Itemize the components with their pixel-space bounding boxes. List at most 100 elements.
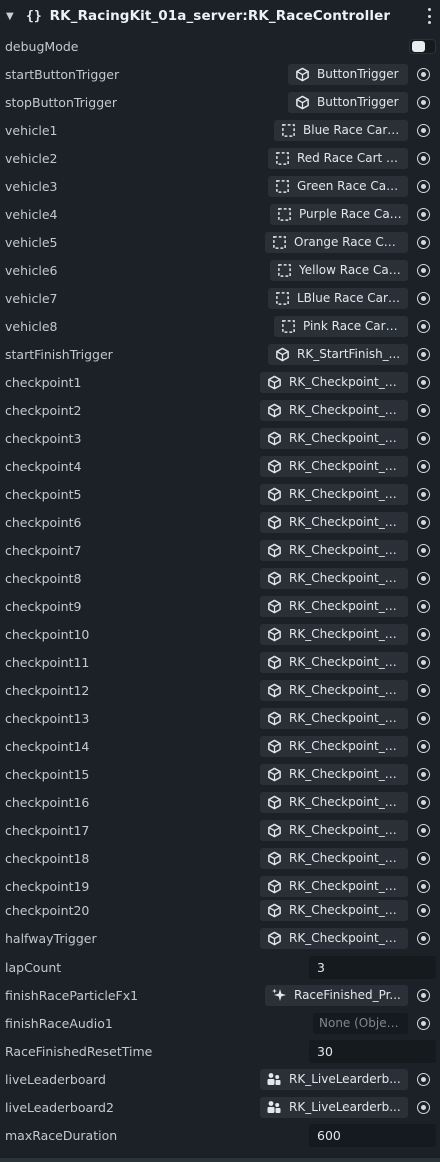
object-reference-field[interactable]: RK_Checkpoint_T... — [260, 763, 408, 785]
object-picker-icon[interactable] — [417, 95, 430, 109]
object-picker-icon[interactable] — [417, 739, 430, 753]
object-picker-icon[interactable] — [417, 903, 430, 917]
object-reference-field[interactable]: RK_Checkpoint_T... — [260, 735, 408, 757]
object-reference-field[interactable]: RaceFinished_Pr... — [265, 984, 408, 1006]
object-reference-field[interactable]: RK_LiveLearderb... — [260, 1096, 408, 1118]
object-reference-field[interactable]: Green Race Cart... — [268, 175, 408, 197]
property-row-checkpoint12: checkpoint12 RK_Checkpoint_T... — [0, 676, 440, 704]
object-reference-field[interactable]: Pink Race Cart ... — [274, 315, 408, 337]
object-reference-field[interactable]: RK_Checkpoint_T... — [260, 371, 408, 393]
object-picker-icon[interactable] — [417, 263, 430, 277]
object-reference-field[interactable]: RK_LiveLearderb... — [260, 1068, 408, 1090]
more-options-icon[interactable] — [424, 8, 434, 24]
object-picker-icon[interactable] — [417, 1016, 430, 1030]
object-reference-field[interactable]: RK_Checkpoint_T... — [260, 707, 408, 729]
property-row-checkpoint4: checkpoint4 RK_Checkpoint_T... — [0, 452, 440, 480]
object-picker-icon[interactable] — [417, 375, 430, 389]
object-reference-field[interactable]: ButtonTrigger — [288, 91, 408, 113]
object-reference-field[interactable]: RK_StartFinish_... — [268, 343, 408, 365]
object-picker-icon[interactable] — [417, 571, 430, 585]
object-picker-icon[interactable] — [417, 207, 430, 221]
object-reference-field[interactable]: RK_Checkpoint_T... — [260, 927, 408, 949]
object-reference-field[interactable]: RK_Checkpoint_T... — [260, 791, 408, 813]
collapse-caret-icon[interactable]: ▼ — [6, 11, 20, 22]
object-reference-field[interactable]: RK_Checkpoint_T... — [260, 899, 408, 921]
object-picker-icon[interactable] — [417, 823, 430, 837]
object-reference-field[interactable]: RK_Checkpoint_T... — [260, 819, 408, 841]
number-input[interactable]: 600 — [309, 1123, 436, 1147]
reference-value: RK_Checkpoint_T... — [289, 711, 402, 725]
number-input[interactable]: 3 — [309, 955, 436, 979]
object-reference-field[interactable]: RK_Checkpoint_T... — [260, 847, 408, 869]
object-reference-field[interactable]: RK_Checkpoint_T... — [260, 427, 408, 449]
object-picker-icon[interactable] — [417, 347, 430, 361]
object-picker-icon[interactable] — [417, 123, 430, 137]
object-picker-icon[interactable] — [417, 627, 430, 641]
object-reference-field[interactable]: RK_Checkpoint_T... — [260, 539, 408, 561]
object-reference-field[interactable]: ButtonTrigger — [288, 63, 408, 85]
object-picker-icon[interactable] — [417, 235, 430, 249]
object-picker-icon[interactable] — [417, 988, 430, 1002]
property-label: lapCount — [5, 959, 62, 975]
object-reference-field[interactable]: RK_Checkpoint_T... — [260, 399, 408, 421]
object-picker-icon[interactable] — [417, 795, 430, 809]
object-reference-field[interactable]: RK_Checkpoint_T... — [260, 623, 408, 645]
object-picker-icon[interactable] — [417, 291, 430, 305]
object-reference-field[interactable]: Blue Race Cart ... — [274, 119, 408, 141]
object-reference-field[interactable]: RK_Checkpoint_T... — [260, 679, 408, 701]
object-picker-icon[interactable] — [417, 403, 430, 417]
object-picker-icon[interactable] — [417, 683, 430, 697]
object-reference-field[interactable]: RK_Checkpoint_T... — [260, 455, 408, 477]
property-row-max-race-duration: maxRaceDuration 600 — [0, 1121, 440, 1149]
object-picker-icon[interactable] — [417, 879, 430, 893]
object-picker-icon[interactable] — [417, 1072, 430, 1086]
cube-icon — [266, 458, 282, 474]
object-reference-field[interactable]: Orange Race Car... — [265, 231, 408, 253]
object-reference-field[interactable]: Red Race Cart 0... — [268, 147, 408, 169]
object-picker-icon[interactable] — [417, 931, 430, 945]
reference-value: RK_LiveLearderb... — [289, 1100, 401, 1114]
object-reference-field[interactable]: RK_Checkpoint_T... — [260, 875, 408, 897]
object-picker-icon[interactable] — [417, 319, 430, 333]
object-reference-field[interactable]: Yellow Race Car... — [270, 259, 408, 281]
object-picker-icon[interactable] — [417, 711, 430, 725]
object-picker-icon[interactable] — [417, 459, 430, 473]
object-reference-field[interactable]: RK_Checkpoint_T... — [260, 483, 408, 505]
object-picker-icon[interactable] — [417, 655, 430, 669]
object-picker-icon[interactable] — [417, 767, 430, 781]
property-row-checkpoint20: checkpoint20 RK_Checkpoint_T... — [0, 896, 440, 924]
property-row-checkpoint10: checkpoint10 RK_Checkpoint_T... — [0, 620, 440, 648]
number-input[interactable]: 30 — [309, 1039, 436, 1063]
object-reference-field[interactable]: Purple Race Car... — [270, 203, 408, 225]
property-row-checkpoint6: checkpoint6 RK_Checkpoint_T... — [0, 508, 440, 536]
property-label: checkpoint4 — [5, 458, 82, 474]
object-reference-field[interactable]: LBlue Race Cart... — [268, 287, 408, 309]
object-picker-icon[interactable] — [417, 515, 430, 529]
property-label: stopButtonTrigger — [5, 94, 117, 110]
object-reference-field[interactable]: RK_Checkpoint_T... — [260, 651, 408, 673]
property-label: checkpoint7 — [5, 542, 82, 558]
reference-value: RK_Checkpoint_T... — [289, 931, 402, 945]
reference-value: Green Race Cart... — [297, 179, 402, 193]
object-reference-field[interactable]: RK_Checkpoint_T... — [260, 595, 408, 617]
reference-value: RK_Checkpoint_T... — [289, 683, 402, 697]
object-reference-field[interactable]: RK_Checkpoint_T... — [260, 511, 408, 533]
object-picker-icon[interactable] — [417, 179, 430, 193]
property-row-start-button-trigger: startButtonTrigger ButtonTrigger — [0, 60, 440, 88]
object-picker-icon[interactable] — [417, 151, 430, 165]
debug-mode-toggle[interactable] — [409, 38, 436, 54]
object-picker-icon[interactable] — [417, 487, 430, 501]
object-picker-icon[interactable] — [417, 67, 430, 81]
cube-icon — [266, 930, 282, 946]
cube-icon — [266, 822, 282, 838]
object-picker-icon[interactable] — [417, 431, 430, 445]
object-picker-icon[interactable] — [417, 1100, 430, 1114]
property-label: checkpoint3 — [5, 430, 82, 446]
object-reference-field[interactable]: RK_Checkpoint_T... — [260, 567, 408, 589]
object-picker-icon[interactable] — [417, 599, 430, 613]
object-reference-field[interactable]: None (Object) — [313, 1012, 408, 1034]
component-header[interactable]: ▼ {} RK_RacingKit_01a_server:RK_RaceCont… — [0, 0, 440, 32]
object-picker-icon[interactable] — [417, 543, 430, 557]
cube-icon — [266, 542, 282, 558]
object-picker-icon[interactable] — [417, 851, 430, 865]
